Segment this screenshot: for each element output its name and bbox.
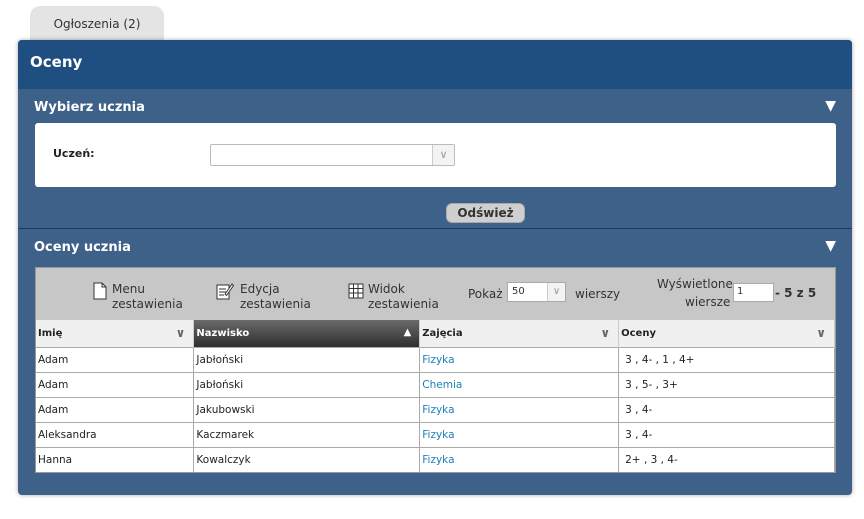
column-header-grades[interactable]: Oceny ∨	[618, 320, 835, 347]
grid-toolbar: Menu zestawienia Edycja zestawienia Wido…	[36, 268, 835, 320]
cell-grades: 3 , 5- , 3+	[618, 371, 835, 397]
column-header-last-name[interactable]: Nazwisko ▲	[193, 320, 421, 347]
table-row[interactable]: Adam Jakubowski Fizyka 3 , 4-	[36, 396, 835, 422]
student-selector-box: Uczeń: ∨	[35, 123, 836, 187]
triangle-down-icon[interactable]: ▼	[825, 98, 836, 114]
edit-icon	[216, 283, 234, 300]
column-header-label: Zajęcia	[422, 327, 463, 339]
menu-summary-button[interactable]: Menu zestawienia	[92, 282, 183, 312]
cell-subject-link[interactable]: Fizyka	[419, 396, 620, 422]
cell-grades: 3 , 4-	[618, 421, 835, 447]
show-label: Pokaż	[468, 287, 503, 301]
grades-table: Imię ∨ Nazwisko ▲ Zajęcia ∨ Oceny ∨ Adam…	[36, 320, 835, 472]
range-total: - 5 z 5	[775, 286, 817, 300]
student-select[interactable]: ∨	[210, 144, 455, 166]
chevron-down-icon[interactable]: ∨	[176, 326, 186, 340]
table-row[interactable]: Adam Jabłoński Chemia 3 , 5- , 3+	[36, 371, 835, 397]
cell-last-name: Jabłoński	[193, 346, 421, 372]
displayed-rows-label-2: wiersze	[685, 295, 731, 309]
table-row[interactable]: Aleksandra Kaczmarek Fizyka 3 , 4-	[36, 421, 835, 447]
refresh-button[interactable]: Odśwież	[446, 203, 525, 223]
cell-last-name: Jabłoński	[193, 371, 421, 397]
cell-first-name: Hanna	[36, 446, 195, 472]
grades-grid: Menu zestawienia Edycja zestawienia Wido…	[35, 267, 836, 473]
cell-first-name: Aleksandra	[36, 421, 195, 447]
cell-grades: 2+ , 3 , 4-	[618, 446, 835, 472]
table-grid-icon	[348, 283, 364, 299]
edit-summary-button[interactable]: Edycja zestawienia	[216, 282, 311, 312]
tab-announcements[interactable]: Ogłoszenia (2)	[30, 6, 164, 44]
panel-title: Oceny	[18, 40, 852, 89]
document-icon	[93, 282, 107, 300]
cell-first-name: Adam	[36, 346, 195, 372]
column-header-first-name[interactable]: Imię ∨	[36, 320, 195, 347]
range-start-input[interactable]: 1	[733, 283, 774, 302]
triangle-down-icon[interactable]: ▼	[825, 238, 836, 254]
section-title-student-grades: Oceny ucznia	[34, 240, 131, 255]
cell-first-name: Adam	[36, 396, 195, 422]
column-header-label: Oceny	[621, 327, 656, 339]
column-header-label: Imię	[38, 327, 63, 339]
page-size-select[interactable]: 50 ∨	[507, 282, 566, 302]
page-size-value: 50	[512, 286, 525, 297]
section-title-choose-student: Wybierz ucznia	[34, 100, 145, 115]
rows-label: wierszy	[575, 287, 621, 301]
section-divider	[18, 228, 852, 229]
cell-last-name: Jakubowski	[193, 396, 421, 422]
column-header-label: Nazwisko	[196, 327, 250, 339]
chevron-down-icon[interactable]: ∨	[547, 283, 565, 301]
cell-first-name: Adam	[36, 371, 195, 397]
cell-last-name: Kaczmarek	[193, 421, 421, 447]
chevron-down-icon[interactable]: ∨	[432, 145, 454, 165]
student-label: Uczeń:	[53, 147, 95, 160]
displayed-rows-label-1: Wyświetlone	[657, 277, 733, 291]
cell-subject-link[interactable]: Fizyka	[419, 421, 620, 447]
triangle-up-icon[interactable]: ▲	[404, 327, 412, 338]
cell-subject-link[interactable]: Fizyka	[419, 346, 620, 372]
view-summary-button[interactable]: Widok zestawienia	[348, 282, 439, 312]
grades-panel: Oceny Wybierz ucznia ▼ Uczeń: ∨ Odśwież …	[18, 40, 852, 495]
table-row[interactable]: Hanna Kowalczyk Fizyka 2+ , 3 , 4-	[36, 446, 835, 472]
cell-subject-link[interactable]: Chemia	[419, 371, 620, 397]
table-header-row: Imię ∨ Nazwisko ▲ Zajęcia ∨ Oceny ∨	[36, 320, 835, 347]
chevron-down-icon[interactable]: ∨	[600, 326, 610, 340]
column-header-subject[interactable]: Zajęcia ∨	[419, 320, 620, 347]
cell-grades: 3 , 4- , 1 , 4+	[618, 346, 835, 372]
chevron-down-icon[interactable]: ∨	[816, 326, 826, 340]
cell-grades: 3 , 4-	[618, 396, 835, 422]
table-row[interactable]: Adam Jabłoński Fizyka 3 , 4- , 1 , 4+	[36, 346, 835, 372]
cell-last-name: Kowalczyk	[193, 446, 421, 472]
cell-subject-link[interactable]: Fizyka	[419, 446, 620, 472]
